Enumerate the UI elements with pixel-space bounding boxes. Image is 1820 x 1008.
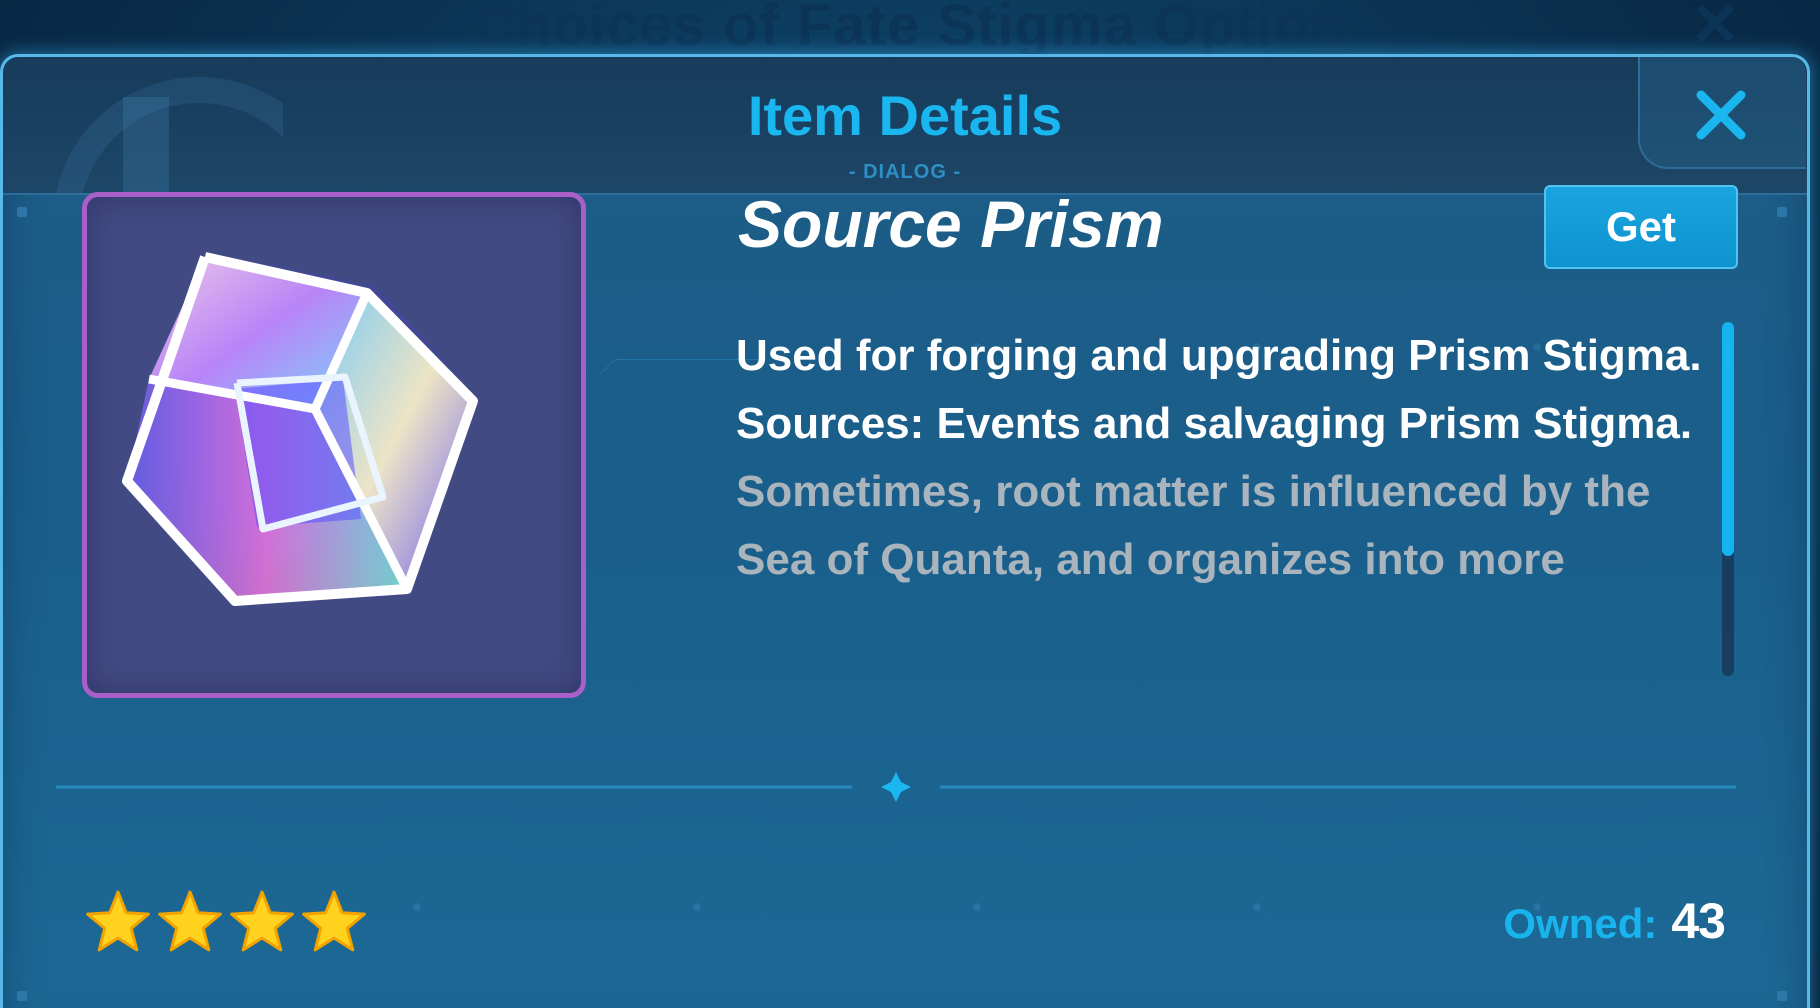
background-close-icon: ✕ xyxy=(1690,0,1741,58)
background-page-title: Choices of Fate Stigma Option xyxy=(473,0,1347,58)
owned-count: Owned: 43 xyxy=(1503,892,1726,950)
star-icon xyxy=(158,890,222,952)
rarity-stars xyxy=(84,888,372,956)
item-description: Used for forging and upgrading Prism Sti… xyxy=(736,322,1716,688)
bottom-divider xyxy=(56,772,1736,802)
dialog-subtitle: - DIALOG - xyxy=(848,161,962,183)
screen: Choices of Fate Stigma Option ✕ Item Det… xyxy=(0,0,1820,1008)
star-icon xyxy=(86,890,150,952)
sparkle-icon xyxy=(881,772,911,802)
dialog-title: Item Details xyxy=(747,84,1063,147)
owned-label: Owned: xyxy=(1503,900,1658,947)
item-details-dialog: Item Details - DIALOG - Source Prism Get… xyxy=(0,54,1810,1008)
close-button[interactable] xyxy=(1691,85,1751,145)
flavor-text: Sometimes, root matter is influenced by … xyxy=(736,467,1651,584)
item-image-frame xyxy=(82,192,586,698)
close-icon xyxy=(1696,90,1746,140)
description-scroll-thumb[interactable] xyxy=(1722,322,1734,556)
description-text: Used for forging and upgrading Prism Sti… xyxy=(736,331,1702,448)
prism-cube-icon xyxy=(122,249,478,607)
get-button[interactable]: Get xyxy=(1544,185,1738,269)
owned-value: 43 xyxy=(1671,893,1726,949)
star-icon xyxy=(230,890,294,952)
description-scrollbar[interactable] xyxy=(1722,322,1734,676)
dialog-header: Item Details - DIALOG - xyxy=(3,57,1807,195)
item-name: Source Prism xyxy=(738,187,1164,261)
star-icon xyxy=(302,890,366,952)
